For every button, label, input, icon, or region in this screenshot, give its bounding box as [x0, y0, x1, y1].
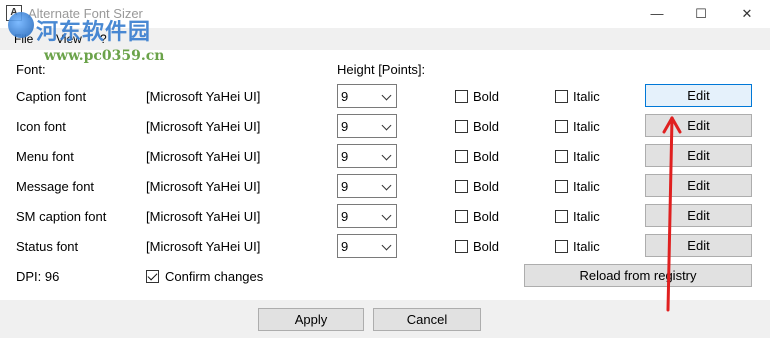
- minimize-button[interactable]: —: [642, 4, 672, 24]
- size-combo[interactable]: 9: [337, 174, 397, 198]
- row-label: Menu font: [16, 149, 74, 164]
- confirm-changes-checkbox[interactable]: [146, 270, 159, 283]
- row-label: Caption font: [16, 89, 87, 104]
- size-combo[interactable]: 9: [337, 204, 397, 228]
- height-header: Height [Points]:: [337, 62, 426, 77]
- apply-button[interactable]: Apply: [258, 308, 364, 331]
- bold-label: Bold: [473, 149, 500, 164]
- size-value: 9: [341, 119, 349, 134]
- chevron-down-icon: [381, 240, 392, 251]
- bold-checkbox[interactable]: [455, 240, 468, 253]
- watermark-url: www.pc0359.cn: [44, 48, 165, 64]
- italic-label: Italic: [573, 179, 600, 194]
- edit-button[interactable]: Edit: [645, 84, 752, 107]
- chevron-down-icon: [381, 180, 392, 191]
- bold-label: Bold: [473, 209, 500, 224]
- italic-checkbox[interactable]: [555, 150, 568, 163]
- bold-label: Bold: [473, 239, 500, 254]
- font-name: [Microsoft YaHei UI]: [146, 149, 261, 164]
- watermark-text: 河东软件园: [36, 20, 152, 45]
- font-name: [Microsoft YaHei UI]: [146, 209, 261, 224]
- italic-label: Italic: [573, 239, 600, 254]
- chevron-down-icon: [381, 120, 392, 131]
- bold-checkbox[interactable]: [455, 210, 468, 223]
- bold-label: Bold: [473, 179, 500, 194]
- size-combo[interactable]: 9: [337, 144, 397, 168]
- size-value: 9: [341, 179, 349, 194]
- row-label: SM caption font: [16, 209, 107, 224]
- alternate-font-sizer-window: A Alternate Font Sizer — ☐ ✕ File View ?…: [0, 0, 770, 338]
- italic-label: Italic: [573, 149, 600, 164]
- italic-label: Italic: [573, 89, 600, 104]
- italic-label: Italic: [573, 119, 600, 134]
- row-label: Message font: [16, 179, 95, 194]
- row-label: Icon font: [16, 119, 66, 134]
- bold-checkbox[interactable]: [455, 150, 468, 163]
- chevron-down-icon: [381, 150, 392, 161]
- reload-from-registry-button[interactable]: Reload from registry: [524, 264, 752, 287]
- confirm-changes-label: Confirm changes: [165, 269, 264, 284]
- size-value: 9: [341, 149, 349, 164]
- italic-checkbox[interactable]: [555, 120, 568, 133]
- font-header: Font:: [16, 62, 46, 77]
- bold-checkbox[interactable]: [455, 180, 468, 193]
- bold-checkbox[interactable]: [455, 90, 468, 103]
- dpi-label: DPI: 96: [16, 269, 60, 284]
- italic-checkbox[interactable]: [555, 240, 568, 253]
- size-value: 9: [341, 239, 349, 254]
- size-value: 9: [341, 209, 349, 224]
- watermark-logo-icon: [8, 12, 34, 38]
- font-name: [Microsoft YaHei UI]: [146, 89, 261, 104]
- bold-checkbox[interactable]: [455, 120, 468, 133]
- font-name: [Microsoft YaHei UI]: [146, 239, 261, 254]
- italic-label: Italic: [573, 209, 600, 224]
- size-combo[interactable]: 9: [337, 114, 397, 138]
- close-button[interactable]: ✕: [732, 4, 762, 24]
- size-combo[interactable]: 9: [337, 84, 397, 108]
- italic-checkbox[interactable]: [555, 180, 568, 193]
- size-combo[interactable]: 9: [337, 234, 397, 258]
- annotation-arrows: [662, 116, 682, 312]
- italic-checkbox[interactable]: [555, 210, 568, 223]
- annotation-arrow-line: [666, 116, 674, 312]
- size-value: 9: [341, 89, 349, 104]
- cancel-button[interactable]: Cancel: [373, 308, 481, 331]
- font-name: [Microsoft YaHei UI]: [146, 119, 261, 134]
- italic-checkbox[interactable]: [555, 90, 568, 103]
- bold-label: Bold: [473, 119, 500, 134]
- chevron-down-icon: [381, 210, 392, 221]
- bold-label: Bold: [473, 89, 500, 104]
- row-label: Status font: [16, 239, 79, 254]
- chevron-down-icon: [381, 90, 392, 101]
- font-name: [Microsoft YaHei UI]: [146, 179, 261, 194]
- maximize-button[interactable]: ☐: [686, 4, 716, 24]
